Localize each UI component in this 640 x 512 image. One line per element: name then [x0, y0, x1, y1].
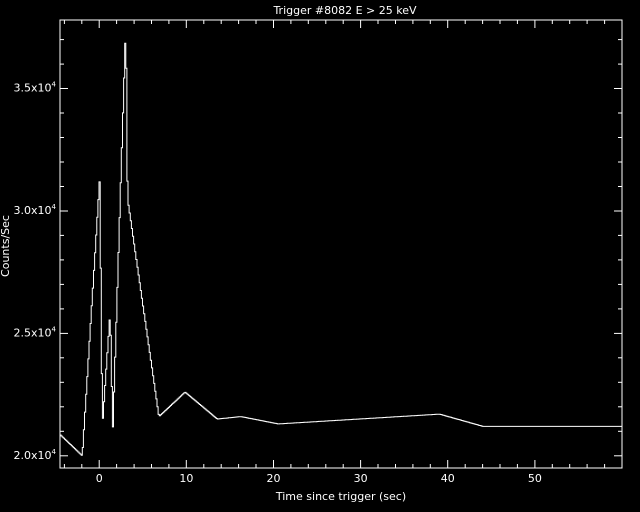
y-tick-exponent: 4	[52, 203, 57, 211]
light-curve-chart: Trigger #8082 E > 25 keV Counts/Sec Time…	[0, 4, 623, 503]
y-tick-mantissa: 3.5x10	[14, 82, 52, 95]
x-axis-label: Time since trigger (sec)	[275, 490, 406, 503]
axis-ticks	[60, 20, 623, 468]
x-tick-label: 20	[266, 472, 280, 485]
y-tick-label: 3.5x104	[14, 81, 57, 95]
plot-frame	[59, 19, 623, 469]
y-axis-label: Counts/Sec	[0, 215, 12, 277]
y-tick-mantissa: 2.5x10	[14, 326, 52, 339]
y-tick-mantissa: 3.0x10	[14, 204, 52, 217]
y-tick-exponent: 4	[52, 81, 57, 89]
count-rate-series	[60, 42, 622, 456]
x-tick-label: 0	[96, 472, 103, 485]
x-tick-label: 10	[179, 472, 193, 485]
y-tick-label: 2.5x104	[14, 325, 57, 339]
x-tick-label: 50	[528, 472, 542, 485]
x-tick-labels: 0 10 20 30 40 50	[96, 472, 542, 485]
chart-title: Trigger #8082 E > 25 keV	[272, 4, 417, 17]
x-tick-label: 40	[441, 472, 455, 485]
y-tick-labels: 2.0x1042.5x1043.0x1043.5x104	[14, 81, 57, 462]
y-tick-mantissa: 2.0x10	[14, 449, 52, 462]
y-tick-label: 2.0x104	[14, 448, 57, 462]
y-tick-label: 3.0x104	[14, 203, 57, 217]
y-tick-exponent: 4	[52, 448, 57, 456]
x-tick-label: 30	[354, 472, 368, 485]
y-tick-exponent: 4	[52, 325, 57, 333]
